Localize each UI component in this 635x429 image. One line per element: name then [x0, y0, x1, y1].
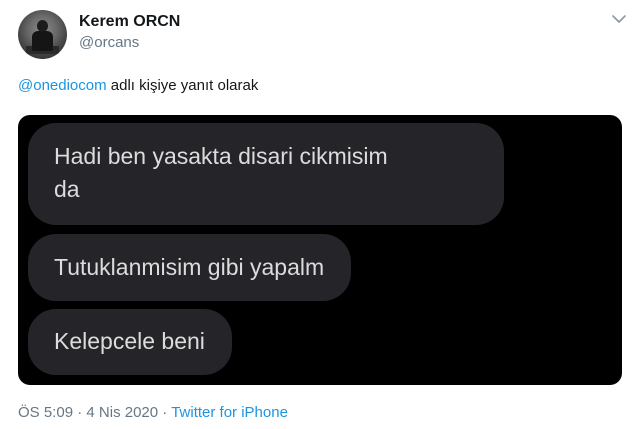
tweet-source-link[interactable]: Twitter for iPhone — [171, 404, 288, 421]
tweet-date[interactable]: 4 Nis 2020 — [86, 404, 158, 421]
tweet-metadata: ÖS 5:09 · 4 Nis 2020 · Twitter for iPhon… — [18, 404, 288, 421]
avatar[interactable] — [18, 10, 67, 59]
tweet-media-image[interactable]: Hadi ben yasakta disari cikmisim da Tutu… — [18, 115, 622, 385]
display-name[interactable]: Kerem ORCN — [79, 13, 180, 31]
message-text: Hadi ben yasakta disari cikmisim — [54, 143, 388, 169]
message-bubble: Kelepcele beni — [28, 309, 232, 375]
message-text: Kelepcele beni — [54, 328, 205, 354]
message-text: da — [54, 176, 80, 202]
mention-link[interactable]: @onediocom — [18, 77, 107, 94]
tweet-header: Kerem ORCN @orcans — [18, 8, 626, 60]
meta-separator: · — [77, 404, 83, 421]
user-handle[interactable]: @orcans — [79, 34, 139, 51]
message-bubble: Hadi ben yasakta disari cikmisim da — [28, 123, 504, 225]
tweet-time[interactable]: ÖS 5:09 — [18, 404, 73, 421]
reply-context: @onediocom adlı kişiye yanıt olarak — [18, 77, 258, 94]
chevron-down-icon[interactable] — [610, 10, 628, 28]
message-text: Tutuklanmisim gibi yapalm — [54, 254, 325, 280]
meta-separator: · — [162, 404, 168, 421]
reply-context-text: adlı kişiye yanıt olarak — [106, 77, 259, 94]
message-bubble: Tutuklanmisim gibi yapalm — [28, 234, 352, 301]
